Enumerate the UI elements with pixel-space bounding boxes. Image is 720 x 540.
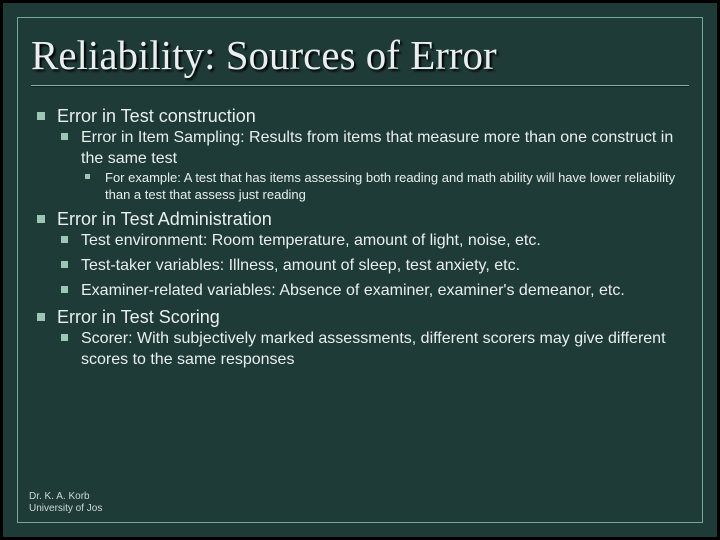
bullet-list-level3: For example: A test that has items asses… <box>81 170 687 204</box>
square-bullet-icon <box>61 236 68 243</box>
list-item: For example: A test that has items asses… <box>81 170 687 204</box>
square-bullet-icon <box>61 286 68 293</box>
list-item-text: Error in Test construction <box>57 106 256 126</box>
list-item: Error in Test Administration Test enviro… <box>33 208 687 302</box>
square-bullet-icon <box>37 215 45 223</box>
list-item-text: Error in Test Scoring <box>57 307 220 327</box>
square-bullet-icon <box>61 334 68 341</box>
list-item-text: Test-taker variables: Illness, amount of… <box>81 257 520 274</box>
list-item: Scorer: With subjectively marked assessm… <box>57 329 687 371</box>
list-item: Examiner-related variables: Absence of e… <box>57 281 687 302</box>
list-item-text: Error in Item Sampling: Results from ite… <box>81 129 673 167</box>
list-item: Error in Test Scoring Scorer: With subje… <box>33 306 687 371</box>
list-item-text: Scorer: With subjectively marked assessm… <box>81 330 666 368</box>
slide-body: Error in Test construction Error in Item… <box>33 105 687 371</box>
bullet-list-level1: Error in Test construction Error in Item… <box>33 105 687 371</box>
square-bullet-icon <box>61 261 68 268</box>
square-bullet-icon <box>85 174 90 179</box>
bullet-list-level2: Test environment: Room temperature, amou… <box>57 231 687 301</box>
footer-author: Dr. K. A. Korb <box>29 491 102 503</box>
list-item: Error in Item Sampling: Results from ite… <box>57 128 687 203</box>
square-bullet-icon <box>61 133 68 140</box>
footer-affiliation: University of Jos <box>29 503 102 515</box>
square-bullet-icon <box>37 313 45 321</box>
list-item: Test environment: Room temperature, amou… <box>57 231 687 252</box>
list-item-text: Error in Test Administration <box>57 209 272 229</box>
list-item-text: Examiner-related variables: Absence of e… <box>81 282 625 299</box>
square-bullet-icon <box>37 112 45 120</box>
slide-footer: Dr. K. A. Korb University of Jos <box>29 491 102 515</box>
bullet-list-level2: Scorer: With subjectively marked assessm… <box>57 329 687 371</box>
bullet-list-level2: Error in Item Sampling: Results from ite… <box>57 128 687 203</box>
list-item: Error in Test construction Error in Item… <box>33 105 687 204</box>
list-item: Test-taker variables: Illness, amount of… <box>57 256 687 277</box>
list-item-text: For example: A test that has items asses… <box>105 170 675 202</box>
list-item-text: Test environment: Room temperature, amou… <box>81 232 541 249</box>
slide: Reliability: Sources of Error Error in T… <box>0 0 720 540</box>
